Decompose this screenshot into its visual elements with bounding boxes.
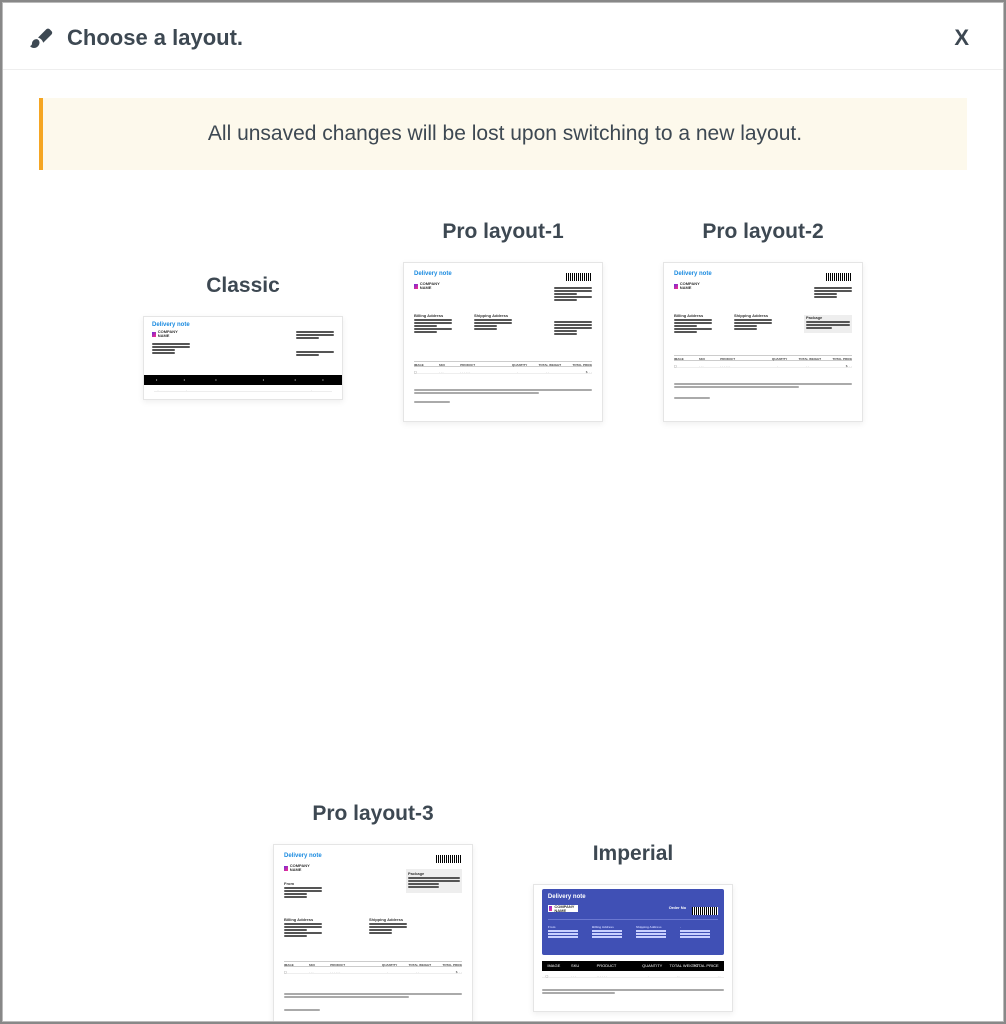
table-row: ▢· · ·· · · · · · ·· ·$· · · [414,369,592,374]
layout-picker-modal: Choose a layout. X All unsaved changes w… [2,2,1004,1022]
thanks-line [674,397,852,400]
from-block: From [284,881,322,899]
extra-order-block [554,321,592,336]
table-row: ▢· · ·· · · · · · ·· ·$· · · [284,969,462,974]
classic-table-header: ••• ••• [144,375,342,385]
header-divider [548,919,718,920]
order-no-label: Order No [669,905,686,910]
footer-notes [414,389,592,395]
warning-banner: All unsaved changes will be lost upon sw… [39,98,967,170]
layout-title: Pro layout-1 [442,220,563,244]
header-left: Choose a layout. [29,25,243,51]
layout-thumbnail: Delivery note COMPANY NAME Billing Addre… [403,262,603,422]
table-row: ▢· · ·· · · · · · ·· ·· · [542,973,724,978]
shipping-block: Shipping Address [734,313,772,331]
layout-title: Imperial [593,842,674,866]
layout-gallery: Classic Delivery note COMPANY NAME [39,220,967,1021]
thanks-line [414,401,592,404]
barcode-icon [436,855,462,863]
doc-title-label: Delivery note [674,271,712,277]
imperial-header: Delivery note COMPANY NAME Order No From… [542,889,724,955]
company-logo-icon: COMPANY NAME [674,283,704,289]
table-row: ▢· · ·· · · · · · ·· ·$· · · [674,363,852,368]
gallery-row-2: Pro layout-3 Delivery note COMPANY NAME … [39,802,967,1021]
modal-header: Choose a layout. X [3,3,1003,70]
layout-card-pro1[interactable]: Pro layout-1 Delivery note COMPANY NAME … [403,220,603,422]
doc-title-label: Delivery note [284,853,322,859]
billing-block: Billing Address [414,313,452,334]
layout-title: Pro layout-3 [312,802,433,826]
right-info-block [296,331,334,340]
thanks-line [284,1009,462,1012]
company-logo-icon: COMPANY NAME [284,865,314,871]
order-info-block [554,287,592,302]
paint-brush-icon [29,26,53,50]
table-head: IMAGE SKU PRODUCT QUANTITY TOTAL WEIGHT … [414,361,592,367]
close-button[interactable]: X [946,21,977,55]
doc-title-label: Delivery note [548,894,586,900]
layout-card-pro3[interactable]: Pro layout-3 Delivery note COMPANY NAME … [273,802,473,1021]
billing-block: Billing Address [674,313,712,334]
doc-title-label: Delivery note [152,322,190,328]
company-logo-icon: COMPANY NAME [152,331,182,337]
from-address-block [152,343,190,355]
header-columns: From Billing Address Shipping Address · [548,925,718,939]
billing-block: Billing Address [284,917,322,938]
modal-title: Choose a layout. [67,25,243,51]
shipping-mini-block [296,351,334,357]
table-head: IMAGE SKU PRODUCT QUANTITY TOTAL WEIGHT … [674,355,852,361]
layout-card-imperial[interactable]: Imperial Delivery note COMPANY NAME Orde… [533,842,733,1021]
order-info-block [814,287,852,299]
table-row: ··· [154,387,332,392]
shipping-block: Shipping Address [369,917,407,935]
table-head: IMAGE SKU PRODUCT QUANTITY TOTAL WEIGHT … [284,961,462,967]
barcode-icon [826,273,852,281]
package-block: Package [806,315,850,330]
imperial-table-header: IMAGE SKU PRODUCT QUANTITY TOTAL WEIGHT … [542,961,724,971]
footer-notes [674,383,852,389]
package-block: Package [408,871,460,889]
barcode-icon [692,907,718,915]
company-logo-icon: COMPANY NAME [414,283,444,289]
footer-notes [284,993,462,999]
company-logo-icon: COMPANY NAME [548,905,578,912]
modal-body: All unsaved changes will be lost upon sw… [3,70,1003,1021]
layout-thumbnail: Delivery note COMPANY NAME Billing Addre… [663,262,863,422]
layout-card-pro2[interactable]: Pro layout-2 Delivery note COMPANY NAME … [663,220,863,422]
doc-title-label: Delivery note [414,271,452,277]
layout-card-classic[interactable]: Classic Delivery note COMPANY NAME [143,274,343,422]
layout-thumbnail: Delivery note COMPANY NAME Package From [273,844,473,1021]
layout-title: Pro layout-2 [702,220,823,244]
shipping-block: Shipping Address [474,313,512,331]
footer-notes [542,989,724,995]
layout-thumbnail: Delivery note COMPANY NAME Order No From… [533,884,733,1012]
layout-thumbnail: Delivery note COMPANY NAME ••• [143,316,343,400]
barcode-icon [566,273,592,281]
layout-title: Classic [206,274,280,298]
